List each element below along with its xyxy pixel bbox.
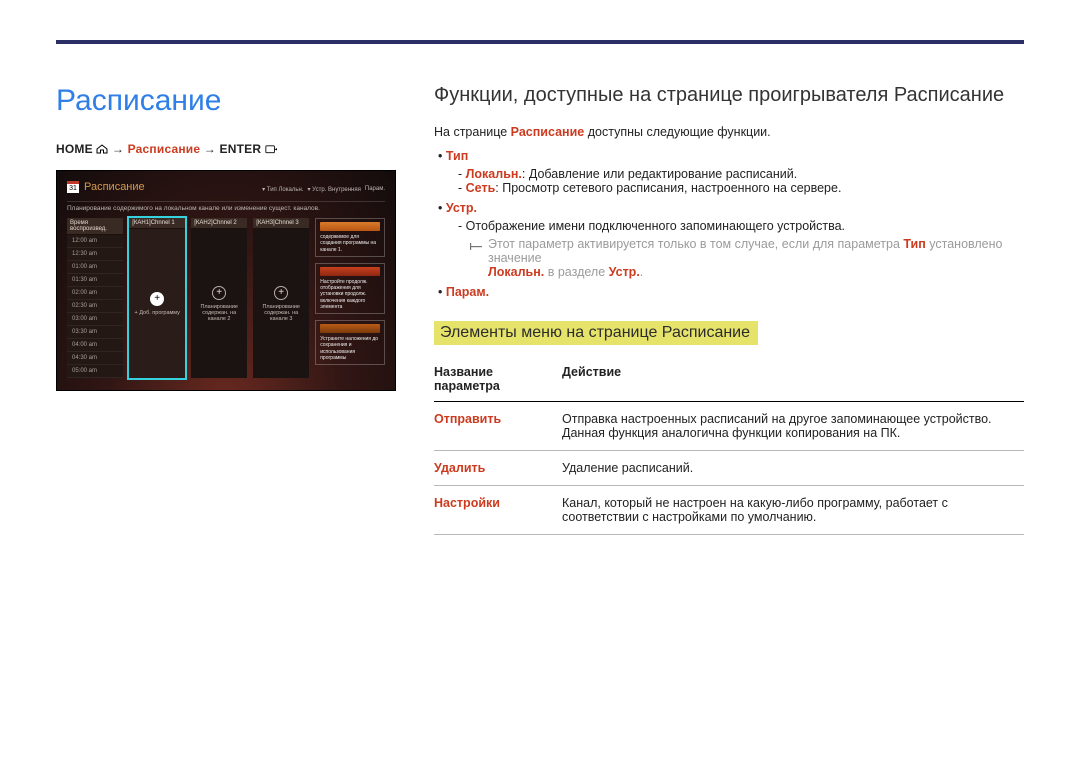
channel-caption: Планирование содержан. на канале 3 (255, 304, 307, 322)
channel-2: [КАН2]Chnnel 2 + Планирование содержан. … (191, 218, 247, 378)
home-icon (96, 143, 108, 153)
time-header: Время воспроизвед. (67, 218, 123, 235)
shot-title: Расписание (84, 181, 145, 193)
row-name: Удалить (434, 451, 562, 486)
subsection-label: Элементы меню на странице Расписание (434, 321, 758, 345)
channel-header: [КАН2]Chnnel 2 (191, 218, 247, 229)
time-slot: 03:00 am (67, 313, 123, 326)
enter-icon (265, 143, 277, 153)
option-type-network: Сеть: Просмотр сетевого расписания, наст… (470, 181, 1024, 195)
row-action: Удаление расписаний. (562, 451, 1024, 486)
info-card: Устраните наложения до сохранения и испо… (315, 320, 385, 365)
card-bar (320, 222, 380, 231)
table-row: Настройки Канал, который не настроен на … (434, 486, 1024, 535)
channel-caption: + Доб. программу (135, 310, 180, 316)
schedule-screenshot: 31 Расписание ▾ Тип Локальн. ▾ Устр. Вну… (56, 170, 396, 391)
info-card: Настройте продолж. отображения для устан… (315, 263, 385, 314)
time-slot: 12:30 am (67, 248, 123, 261)
channel-header: [КАН1]Chnnel 1 (129, 218, 185, 229)
time-slot: 02:00 am (67, 287, 123, 300)
option-device: Устр. Отображение имени подключенного за… (452, 201, 1024, 279)
table-row: Удалить Удаление расписаний. (434, 451, 1024, 486)
row-action: Канал, который не настроен на какую-либо… (562, 486, 1024, 535)
channel-caption: Планирование содержан. на канале 2 (193, 304, 245, 322)
page-title: Расписание (56, 84, 396, 118)
channel-header: [КАН3]Chnnel 3 (253, 218, 309, 229)
time-column: Время воспроизвед. 12:00 am 12:30 am 01:… (67, 218, 123, 378)
info-card: содержимое для создания программы на кан… (315, 218, 385, 257)
option-type: Тип Локальн.: Добавление или редактирова… (452, 149, 1024, 195)
breadcrumb: HOME → Расписание → ENTER (56, 142, 396, 156)
time-slot: 04:00 am (67, 339, 123, 352)
time-slot: 12:00 am (67, 235, 123, 248)
shot-subtitle: Планирование содержимого на локальном ка… (67, 205, 385, 212)
breadcrumb-mid: Расписание (128, 142, 201, 156)
channel-3: [КАН3]Chnnel 3 + Планирование содержан. … (253, 218, 309, 378)
time-slot: 03:30 am (67, 326, 123, 339)
time-slot: 01:00 am (67, 261, 123, 274)
shot-top-right: ▾ Тип Локальн. ▾ Устр. Внутренняя Парам. (262, 186, 385, 193)
time-slot: 02:30 am (67, 300, 123, 313)
card-bar (320, 267, 380, 276)
option-type-local: Локальн.: Добавление или редактирование … (470, 167, 1024, 181)
table-row: Отправить Отправка настроенных расписани… (434, 402, 1024, 451)
time-slot: 04:30 am (67, 352, 123, 365)
option-device-desc: Отображение имени подключенного запомина… (470, 219, 1024, 233)
calendar-icon: 31 (67, 181, 79, 193)
option-device-note: Этот параметр активируется только в том … (452, 237, 1024, 279)
time-slot: 01:30 am (67, 274, 123, 287)
row-name: Настройки (434, 486, 562, 535)
channel-1: [КАН1]Chnnel 1 + + Доб. программу (129, 218, 185, 378)
option-params: Парам. (452, 285, 1024, 299)
top-rule (56, 40, 1024, 44)
plus-icon: + (150, 292, 164, 306)
intro-text: На странице Расписание доступны следующи… (434, 125, 1024, 139)
options-list: Тип Локальн.: Добавление или редактирова… (434, 149, 1024, 299)
section-heading: Функции, доступные на странице проигрыва… (434, 84, 1024, 107)
options-table: Название параметра Действие Отправить От… (434, 361, 1024, 535)
breadcrumb-home: HOME (56, 142, 93, 156)
th-action: Действие (562, 361, 1024, 402)
time-slot: 05:00 am (67, 365, 123, 378)
breadcrumb-enter: ENTER (220, 142, 262, 156)
plus-icon: + (274, 286, 288, 300)
plus-icon: + (212, 286, 226, 300)
row-name: Отправить (434, 402, 562, 451)
note-dash-icon (470, 237, 482, 279)
th-name: Название параметра (434, 361, 562, 402)
row-action: Отправка настроенных расписаний на друго… (562, 402, 1024, 451)
card-bar (320, 324, 380, 333)
